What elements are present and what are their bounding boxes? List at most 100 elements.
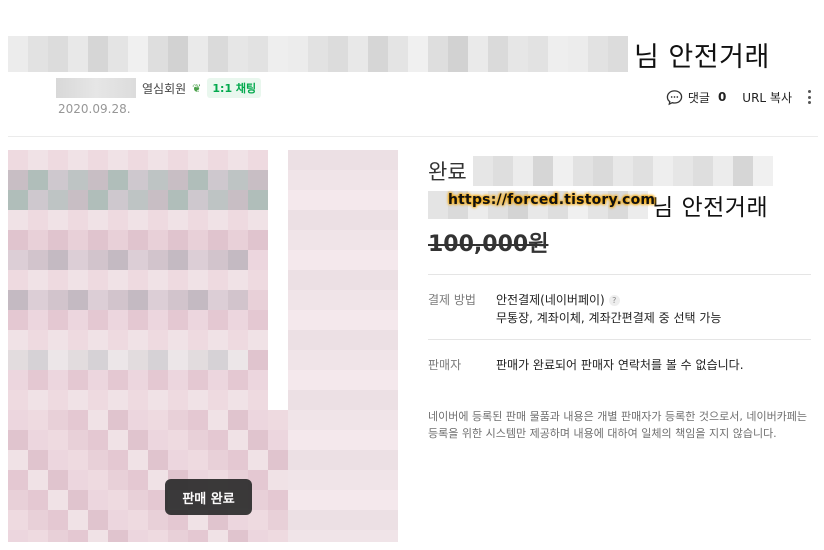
image-pixel <box>208 150 228 170</box>
image-pixel <box>288 410 398 430</box>
image-pixel <box>88 330 108 350</box>
image-pixel <box>248 430 268 450</box>
image-pixel <box>168 270 188 290</box>
post-date: 2020.09.28. <box>58 102 131 116</box>
author-name-blurred[interactable] <box>56 78 136 98</box>
image-pixel <box>68 330 88 350</box>
image-pixel <box>108 430 128 450</box>
product-title-line: 완료 <box>428 154 813 188</box>
image-pixel <box>288 490 398 510</box>
image-pixel <box>108 170 128 190</box>
image-pixel <box>108 530 128 542</box>
image-pixel <box>288 470 398 490</box>
blur-block <box>268 36 288 72</box>
image-pixel <box>228 370 248 390</box>
image-pixel <box>108 450 128 470</box>
image-pixel <box>268 510 288 530</box>
image-pixel <box>288 210 398 230</box>
image-pixel <box>68 370 88 390</box>
one-to-one-chat-button[interactable]: 1:1 채팅 <box>207 78 262 98</box>
blur-block <box>652 156 673 186</box>
image-pixel <box>8 510 28 530</box>
blur-block <box>512 156 533 186</box>
image-pixel <box>128 430 148 450</box>
blur-block <box>548 36 568 72</box>
image-pixel <box>68 470 88 490</box>
image-pixel <box>188 170 208 190</box>
post-title: 님 안전거래 <box>8 34 818 74</box>
image-pixel <box>88 290 108 310</box>
help-icon[interactable]: ? <box>608 295 620 306</box>
image-pixel <box>88 370 108 390</box>
blur-block <box>148 36 168 72</box>
image-pixel <box>8 250 28 270</box>
image-pixel <box>128 150 148 170</box>
image-pixel <box>28 190 48 210</box>
image-pixel <box>208 230 228 250</box>
image-pixel <box>288 230 398 250</box>
image-pixel <box>8 150 28 170</box>
image-pixel <box>228 230 248 250</box>
image-pixel <box>88 170 108 190</box>
blur-block <box>188 36 208 72</box>
image-pixel <box>8 170 28 190</box>
image-pixel <box>28 530 48 542</box>
product-image[interactable]: 판매 완료 <box>8 150 398 542</box>
image-pixel <box>128 390 148 410</box>
image-pixel <box>48 470 68 490</box>
image-pixel <box>208 210 228 230</box>
watermark-text: https://forced.tistory.com <box>448 192 656 208</box>
image-pixel <box>108 190 128 210</box>
image-pixel <box>268 470 288 490</box>
more-options-icon[interactable] <box>804 88 814 106</box>
blur-block <box>48 36 68 72</box>
blur-block <box>248 36 268 72</box>
image-pixel <box>128 190 148 210</box>
image-pixel <box>148 450 168 470</box>
image-pixel <box>68 350 88 370</box>
image-pixel <box>128 210 148 230</box>
image-pixel <box>228 330 248 350</box>
image-pixel <box>8 310 28 330</box>
blur-block <box>228 36 248 72</box>
image-pixel <box>28 370 48 390</box>
image-pixel <box>108 470 128 490</box>
image-pixel <box>228 290 248 310</box>
blur-block <box>308 36 328 72</box>
image-pixel <box>248 350 268 370</box>
image-pixel <box>68 410 88 430</box>
image-pixel <box>288 370 398 390</box>
author-info: 열심회원 ❦ 1:1 채팅 <box>56 78 262 98</box>
image-pixel <box>188 150 208 170</box>
image-pixel <box>28 490 48 510</box>
image-pixel <box>208 370 228 390</box>
sold-out-badge: 판매 완료 <box>165 479 252 515</box>
image-pixel <box>248 270 268 290</box>
comment-button[interactable]: 댓글 0 <box>666 89 726 106</box>
image-pixel <box>248 250 268 270</box>
image-pixel <box>48 370 68 390</box>
comment-label: 댓글 <box>687 90 710 105</box>
image-pixel <box>168 370 188 390</box>
image-pixel <box>8 530 28 542</box>
image-pixel <box>28 290 48 310</box>
image-pixel <box>288 530 398 542</box>
image-pixel <box>148 370 168 390</box>
image-pixel <box>188 350 208 370</box>
payment-method-value: 안전결제(네이버페이)? 무통장, 계좌이체, 계좌간편결제 중 선택 가능 <box>496 291 721 327</box>
header-divider <box>8 136 818 137</box>
image-pixel <box>68 490 88 510</box>
image-pixel <box>228 430 248 450</box>
image-pixel <box>108 150 128 170</box>
image-pixel <box>128 310 148 330</box>
image-pixel <box>208 310 228 330</box>
image-pixel <box>88 530 108 542</box>
blur-block <box>608 36 628 72</box>
image-pixel <box>288 430 398 450</box>
image-pixel <box>68 530 88 542</box>
url-copy-button[interactable]: URL 복사 <box>742 89 792 106</box>
image-pixel <box>68 270 88 290</box>
blur-block <box>588 36 608 72</box>
image-pixel <box>28 170 48 190</box>
image-pixel <box>188 250 208 270</box>
